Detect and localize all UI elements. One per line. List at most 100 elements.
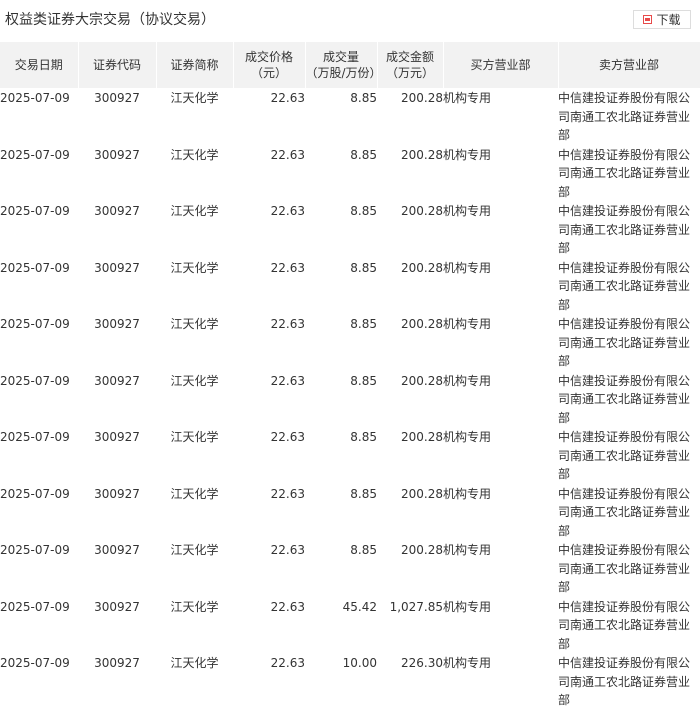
cell-amount: 200.28	[401, 373, 443, 388]
table-row: 2025-07-09 300927 江天化学 22.63 8.85 200.28 机构专用 中…	[0, 484, 700, 541]
cell-volume: 8.85	[350, 486, 377, 501]
cell-price: 22.63	[270, 260, 305, 275]
cell-amount: 226.30	[401, 656, 443, 670]
block-trade-table: 交易日期 证券代码 证券简称 成交价格 （元） 成交量 （万股/万份） 成交金额 （万元）…	[0, 42, 700, 710]
cell-name: 江天化学	[170, 656, 219, 670]
cell-code: 300927	[94, 543, 140, 557]
cell-seller: 中信建投证券股份有限公司南通工农北路证券营业部	[558, 656, 691, 707]
cell-date: 2025-07-09	[0, 486, 70, 501]
cell-volume: 8.85	[350, 373, 377, 388]
cell-name: 江天化学	[170, 599, 219, 614]
cell-volume: 8.85	[350, 204, 377, 218]
cell-buyer: 机构专用	[443, 91, 492, 105]
cell-amount: 200.28	[401, 430, 443, 444]
cell-buyer: 机构专用	[443, 317, 492, 331]
table-header: 交易日期 证券代码 证券简称 成交价格 （元） 成交量 （万股/万份） 成交金额 （万元）…	[0, 42, 700, 88]
cell-volume: 8.85	[350, 91, 377, 105]
cell-date: 2025-07-09	[0, 317, 70, 331]
cell-name: 江天化学	[170, 486, 219, 501]
cell-name: 江天化学	[170, 430, 219, 444]
cell-buyer: 机构专用	[443, 147, 492, 162]
cell-amount: 200.28	[401, 486, 443, 501]
cell-seller: 中信建投证券股份有限公司南通工农北路证券营业部	[558, 430, 691, 481]
cell-date: 2025-07-09	[0, 91, 70, 105]
cell-amount: 200.28	[401, 260, 443, 275]
column-header-seller: 卖方营业部	[558, 42, 700, 88]
cell-price: 22.63	[270, 91, 305, 105]
cell-price: 22.63	[270, 543, 305, 557]
cell-seller: 中信建投证券股份有限公司南通工农北路证券营业部	[558, 147, 691, 199]
cell-amount: 200.28	[401, 147, 443, 162]
cell-code: 300927	[94, 147, 140, 162]
table-row: 2025-07-09 300927 江天化学 22.63 10.00 226.30 机构专用…	[0, 653, 700, 710]
table-row: 2025-07-09 300927 江天化学 22.63 8.85 200.28 机构专用 中…	[0, 540, 700, 597]
cell-code: 300927	[94, 486, 140, 501]
cell-date: 2025-07-09	[0, 599, 70, 614]
cell-volume: 8.85	[350, 317, 377, 331]
column-header-buyer: 买方营业部	[443, 42, 559, 88]
page-title: 权益类证券大宗交易（协议交易）	[5, 12, 215, 28]
table-row: 2025-07-09 300927 江天化学 22.63 45.42 1,027.85 机构…	[0, 597, 700, 654]
cell-amount: 200.28	[401, 317, 443, 331]
column-header-name: 证券简称	[156, 42, 234, 88]
cell-name: 江天化学	[170, 373, 219, 388]
column-header-price: 成交价格 （元）	[233, 42, 306, 88]
table-row: 2025-07-09 300927 江天化学 22.63 8.85 200.28 机构专用 中…	[0, 371, 700, 428]
cell-buyer: 机构专用	[443, 373, 492, 388]
cell-name: 江天化学	[170, 147, 219, 162]
cell-price: 22.63	[270, 317, 305, 331]
table-row: 2025-07-09 300927 江天化学 22.63 8.85 200.28 机构专用 中…	[0, 88, 700, 145]
cell-code: 300927	[94, 656, 140, 670]
cell-volume: 8.85	[350, 430, 377, 444]
cell-code: 300927	[94, 599, 140, 614]
cell-code: 300927	[94, 204, 140, 218]
cell-price: 22.63	[270, 430, 305, 444]
cell-name: 江天化学	[170, 543, 219, 557]
table-row: 2025-07-09 300927 江天化学 22.63 8.85 200.28 机构专用 中…	[0, 145, 700, 202]
cell-code: 300927	[94, 317, 140, 331]
cell-volume: 8.85	[350, 543, 377, 557]
cell-buyer: 机构专用	[443, 204, 492, 218]
cell-seller: 中信建投证券股份有限公司南通工农北路证券营业部	[558, 91, 691, 142]
cell-seller: 中信建投证券股份有限公司南通工农北路证券营业部	[558, 204, 691, 255]
cell-price: 22.63	[270, 656, 305, 670]
cell-amount: 200.28	[401, 543, 443, 557]
cell-seller: 中信建投证券股份有限公司南通工农北路证券营业部	[558, 317, 691, 368]
cell-buyer: 机构专用	[443, 599, 492, 614]
table-row: 2025-07-09 300927 江天化学 22.63 8.85 200.28 机构专用 中…	[0, 258, 700, 315]
column-header-code: 证券代码	[78, 42, 157, 88]
cell-code: 300927	[94, 430, 140, 444]
cell-name: 江天化学	[170, 260, 219, 275]
cell-date: 2025-07-09	[0, 204, 70, 218]
cell-volume: 10.00	[342, 656, 377, 670]
cell-amount: 1,027.85	[389, 599, 443, 614]
cell-price: 22.63	[270, 204, 305, 218]
cell-amount: 200.28	[401, 204, 443, 218]
cell-buyer: 机构专用	[443, 486, 492, 501]
table-body: 2025-07-09 300927 江天化学 22.63 8.85 200.28 机构专用中…	[0, 88, 700, 710]
column-header-amount: 成交金额 （万元）	[377, 42, 444, 88]
cell-date: 2025-07-09	[0, 373, 70, 388]
cell-date: 2025-07-09	[0, 147, 70, 162]
cell-seller: 中信建投证券股份有限公司南通工农北路证券营业部	[558, 373, 691, 425]
table-row: 2025-07-09 300927 江天化学 22.63 8.85 200.28 机构专用 中…	[0, 201, 700, 258]
cell-volume: 8.85	[350, 260, 377, 275]
download-label: 下载	[656, 13, 681, 27]
cell-date: 2025-07-09	[0, 543, 70, 557]
column-header-volume: 成交量 （万股/万份）	[305, 42, 382, 88]
cell-seller: 中信建投证券股份有限公司南通工农北路证券营业部	[558, 599, 691, 651]
download-button[interactable]: 下载	[633, 10, 691, 29]
cell-amount: 200.28	[401, 91, 443, 105]
cell-volume: 8.85	[350, 147, 377, 162]
cell-code: 300927	[94, 373, 140, 388]
header-row: 交易日期 证券代码 证券简称 成交价格 （元） 成交量 （万股/万份） 成交金额 （万元）…	[0, 42, 700, 88]
cell-price: 22.63	[270, 486, 305, 501]
cell-seller: 中信建投证券股份有限公司南通工农北路证券营业部	[558, 260, 691, 312]
title-bar: 权益类证券大宗交易（协议交易） 下载	[0, 0, 700, 40]
cell-volume: 45.42	[342, 599, 377, 614]
cell-buyer: 机构专用	[443, 656, 492, 670]
cell-code: 300927	[94, 91, 140, 105]
cell-buyer: 机构专用	[443, 260, 492, 275]
cell-buyer: 机构专用	[443, 543, 492, 557]
cell-name: 江天化学	[170, 91, 219, 105]
